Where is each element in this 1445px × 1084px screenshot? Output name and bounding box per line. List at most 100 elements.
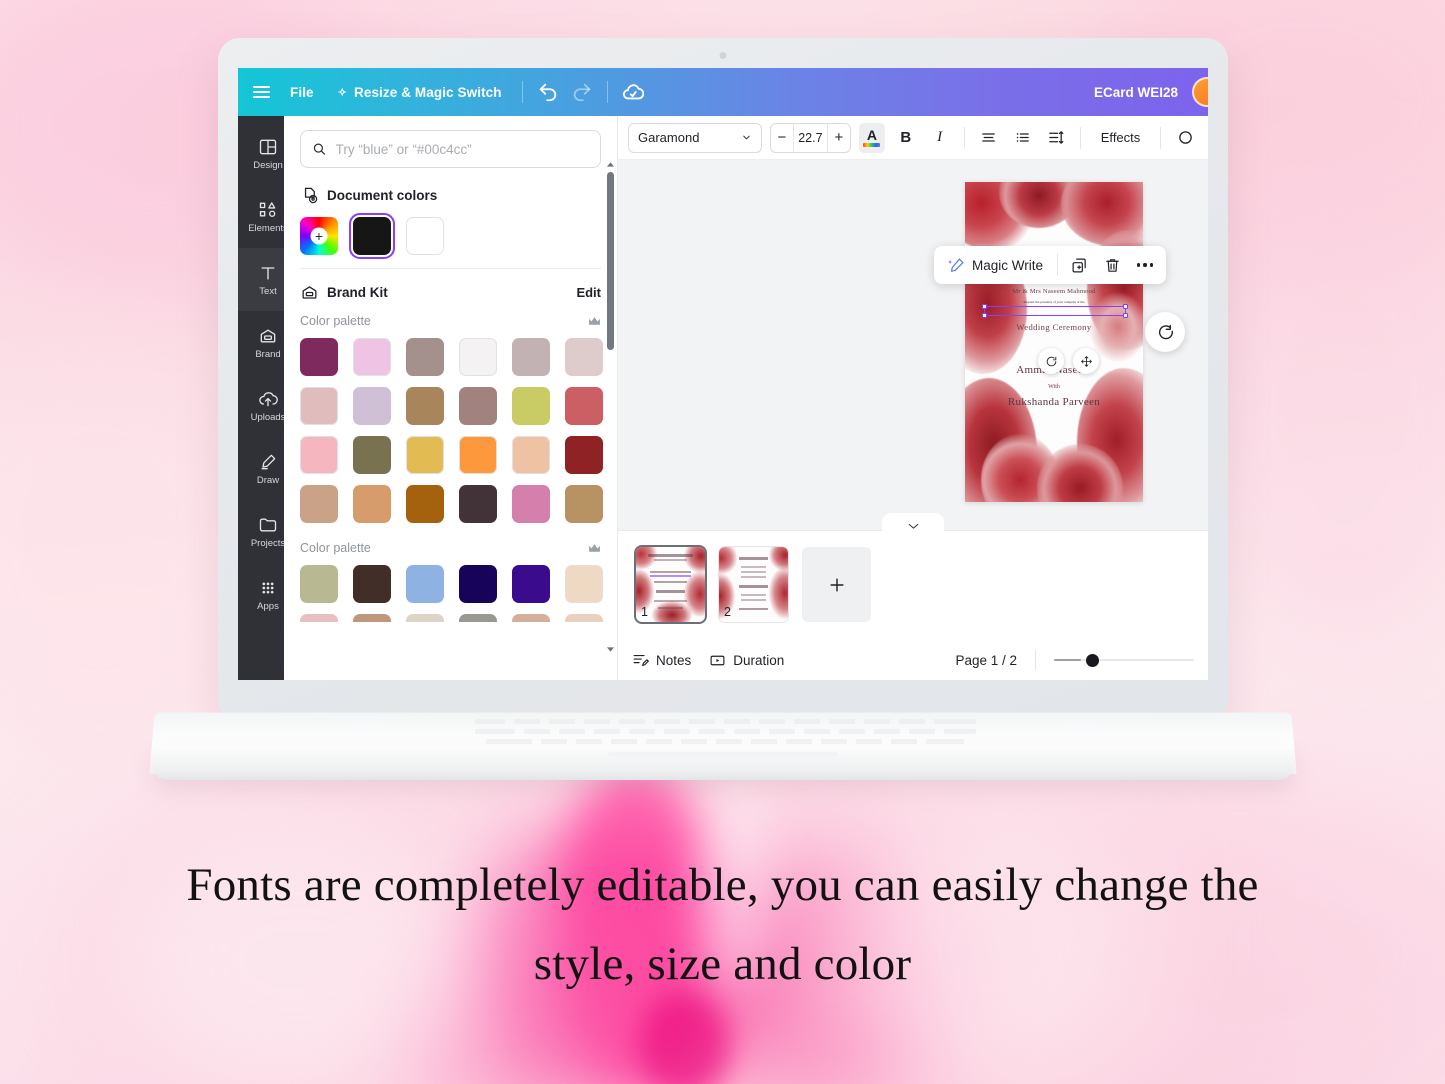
- color-swatch[interactable]: [406, 436, 444, 474]
- color-swatch[interactable]: [459, 338, 497, 376]
- page-thumbnail-1[interactable]: 1: [636, 547, 705, 622]
- color-swatch[interactable]: [300, 614, 338, 622]
- laptop-screen: File ✧ Resize & Magic Switch ECard WEI28…: [238, 68, 1208, 680]
- collapse-pages-button[interactable]: [882, 513, 944, 533]
- thumb-text-line: [650, 575, 691, 577]
- cloud-saved-icon[interactable]: [616, 75, 650, 109]
- scrollbar-thumb[interactable]: [607, 172, 614, 350]
- color-swatch[interactable]: [406, 338, 444, 376]
- rotate-handle[interactable]: [1038, 348, 1064, 374]
- sidebar-item-uploads[interactable]: Uploads: [238, 374, 284, 437]
- undo-icon[interactable]: [531, 75, 565, 109]
- italic-button[interactable]: I: [927, 123, 953, 153]
- effects-button[interactable]: Effects: [1092, 130, 1150, 145]
- color-swatch[interactable]: [565, 485, 603, 523]
- delete-button[interactable]: [1097, 250, 1127, 280]
- move-handle[interactable]: [1073, 348, 1099, 374]
- color-swatch[interactable]: [512, 387, 550, 425]
- document-title[interactable]: ECard WEI28: [1094, 85, 1178, 100]
- selection-handle[interactable]: [1123, 313, 1128, 318]
- font-size-stepper[interactable]: − 22.7 +: [769, 122, 851, 153]
- color-swatch[interactable]: [353, 565, 391, 603]
- notes-button[interactable]: Notes: [632, 652, 691, 669]
- color-swatch[interactable]: [300, 387, 338, 425]
- font-family-select[interactable]: Garamond: [628, 122, 762, 153]
- color-swatch[interactable]: [565, 387, 603, 425]
- color-swatch[interactable]: [406, 565, 444, 603]
- color-swatch[interactable]: [353, 338, 391, 376]
- font-size-decrease[interactable]: −: [771, 124, 793, 152]
- color-swatch[interactable]: [512, 614, 550, 622]
- text-align-button[interactable]: [975, 123, 1001, 153]
- sidebar-item-brand[interactable]: Brand: [238, 311, 284, 374]
- duration-button[interactable]: Duration: [709, 652, 784, 669]
- page-thumbnail-2[interactable]: 2: [719, 547, 788, 622]
- color-swatch[interactable]: [459, 387, 497, 425]
- sidebar-item-elements[interactable]: Elements: [238, 185, 284, 248]
- text-selection-box[interactable]: [982, 304, 1128, 318]
- color-swatch[interactable]: [300, 485, 338, 523]
- resize-magic-switch-button[interactable]: ✧ Resize & Magic Switch: [326, 79, 514, 106]
- color-swatch[interactable]: [565, 338, 603, 376]
- color-swatch[interactable]: [459, 565, 497, 603]
- zoom-slider[interactable]: [1054, 653, 1194, 667]
- color-swatch[interactable]: [565, 565, 603, 603]
- add-page-button[interactable]: [802, 547, 871, 622]
- color-swatch-black[interactable]: [349, 213, 395, 259]
- color-swatch[interactable]: [512, 338, 550, 376]
- color-swatch[interactable]: [406, 387, 444, 425]
- color-swatch[interactable]: [512, 485, 550, 523]
- color-swatch[interactable]: [565, 614, 603, 622]
- color-swatch[interactable]: [406, 614, 444, 622]
- canvas-viewport[interactable]: Mr & Mrs Naseem Mahmood Request the pres…: [618, 160, 1208, 530]
- selection-handle[interactable]: [982, 304, 987, 309]
- color-swatch[interactable]: [353, 436, 391, 474]
- sidebar-item-text[interactable]: Text: [238, 248, 284, 311]
- text-color-button[interactable]: A: [858, 122, 885, 153]
- line-spacing-button[interactable]: [1043, 123, 1069, 153]
- selection-handle[interactable]: [1123, 304, 1128, 309]
- sidebar-item-draw[interactable]: Draw: [238, 437, 284, 500]
- color-swatch[interactable]: [300, 436, 338, 474]
- add-color-swatch[interactable]: +: [300, 217, 338, 255]
- sidebar-item-design[interactable]: Design: [238, 122, 284, 185]
- color-swatch[interactable]: [459, 485, 497, 523]
- floral-decoration: [636, 547, 658, 569]
- add-comment-button[interactable]: [1145, 312, 1185, 352]
- color-swatch[interactable]: [459, 614, 497, 622]
- hamburger-icon[interactable]: [244, 75, 278, 109]
- design-card[interactable]: Mr & Mrs Naseem Mahmood Request the pres…: [965, 182, 1143, 502]
- search-input[interactable]: [335, 141, 589, 157]
- duplicate-button[interactable]: [1064, 250, 1094, 280]
- font-size-value[interactable]: 22.7: [793, 123, 828, 152]
- color-swatch[interactable]: [565, 436, 603, 474]
- zoom-knob[interactable]: [1086, 653, 1099, 667]
- color-swatch[interactable]: [353, 485, 391, 523]
- color-swatch[interactable]: [406, 485, 444, 523]
- scroll-up-arrow[interactable]: [607, 160, 614, 169]
- color-swatch[interactable]: [300, 338, 338, 376]
- brand-kit-edit-button[interactable]: Edit: [576, 285, 601, 300]
- selection-handle[interactable]: [982, 313, 987, 318]
- color-swatch[interactable]: [353, 614, 391, 622]
- color-swatch[interactable]: [512, 565, 550, 603]
- redo-icon[interactable]: [565, 75, 599, 109]
- sidebar-item-apps[interactable]: Apps: [238, 563, 284, 626]
- font-size-increase[interactable]: +: [828, 124, 850, 152]
- bullet-list-button[interactable]: [1009, 123, 1035, 153]
- color-swatch-white[interactable]: [406, 217, 444, 255]
- scroll-down-arrow[interactable]: [607, 645, 614, 654]
- color-swatch[interactable]: [459, 436, 497, 474]
- sidebar-item-projects[interactable]: Projects: [238, 500, 284, 563]
- magic-write-button[interactable]: Magic Write: [940, 257, 1051, 274]
- color-swatch[interactable]: [512, 436, 550, 474]
- more-options-button[interactable]: [1130, 250, 1160, 280]
- file-menu-button[interactable]: File: [278, 79, 326, 106]
- avatar[interactable]: [1192, 77, 1208, 107]
- bold-button[interactable]: B: [893, 123, 919, 153]
- animate-button[interactable]: [1172, 123, 1198, 153]
- color-swatch[interactable]: [300, 565, 338, 603]
- search-box[interactable]: [300, 130, 601, 168]
- color-swatch[interactable]: [353, 387, 391, 425]
- panel-scrollbar[interactable]: [607, 160, 614, 654]
